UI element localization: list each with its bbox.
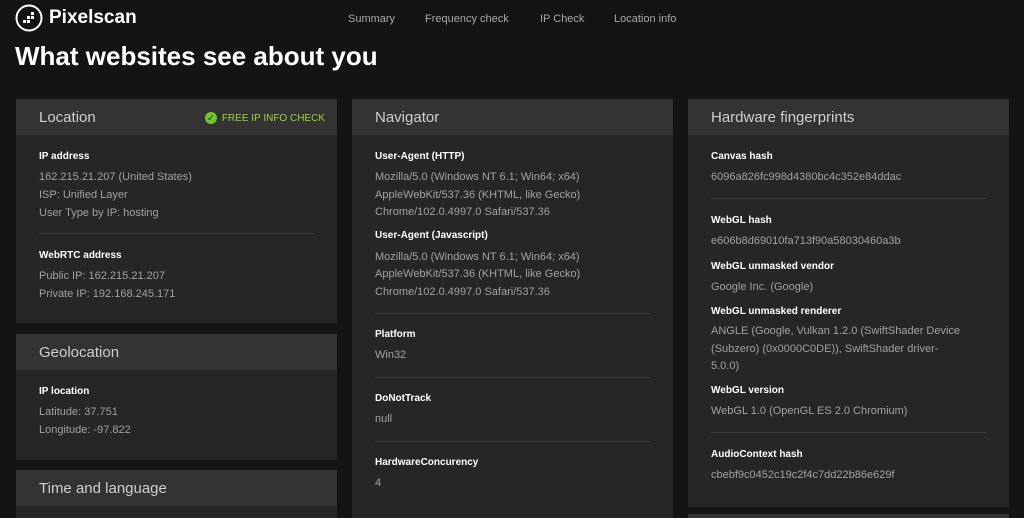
hardware-concurrency-label: HardwareConcurency bbox=[375, 457, 479, 468]
location-card: Location ✓ FREE IP INFO CHECK IP address… bbox=[16, 99, 337, 323]
time-language-card-header: Time and language bbox=[16, 470, 337, 506]
divider bbox=[711, 198, 986, 199]
navigator-card-header: Navigator bbox=[352, 99, 673, 135]
divider bbox=[39, 233, 314, 234]
nav-ip-check[interactable]: IP Check bbox=[540, 13, 584, 25]
webgl-vendor-value: Google Inc. (Google) bbox=[711, 281, 814, 293]
user-type-value: User Type by IP: hosting bbox=[39, 207, 159, 219]
canvas-hash-value: 6096a826fc998d4380bc4c352e84ddac bbox=[711, 171, 902, 183]
page-title: What websites see about you bbox=[15, 41, 378, 71]
divider bbox=[711, 432, 986, 433]
check-circle-icon: ✓ bbox=[204, 112, 217, 124]
do-not-track-value: null bbox=[375, 413, 393, 425]
location-card-title: Location bbox=[39, 109, 96, 126]
webgl-hash-label: WebGL hash bbox=[711, 215, 772, 226]
free-ip-info-check-label: FREE IP INFO CHECK bbox=[221, 112, 325, 124]
audio-context-hash-label: AudioContext hash bbox=[711, 449, 803, 460]
time-language-card: Time and language bbox=[16, 470, 337, 518]
webgl-renderer-line: (Subzero) (0x0000C0DE)), SwiftShader dri… bbox=[711, 343, 939, 355]
user-agent-http-line: AppleWebKit/537.36 (KHTML, like Gecko) bbox=[375, 189, 581, 201]
geolocation-card-title: Geolocation bbox=[39, 344, 120, 361]
webgl-hash-value: e606b8d69010fa713f90a58030460a3b bbox=[711, 235, 901, 247]
ip-location-label: IP location bbox=[39, 386, 90, 397]
hardware-fingerprints-card: Hardware fingerprints Canvas hash 6096a8… bbox=[688, 99, 1009, 507]
free-ip-info-check-link[interactable]: ✓ FREE IP INFO CHECK bbox=[204, 112, 325, 124]
user-agent-http-line: Chrome/102.0.4997.0 Safari/537.36 bbox=[375, 206, 550, 218]
webrtc-address-label: WebRTC address bbox=[39, 250, 122, 261]
top-navigation-bar: Pixelscan Summary Frequency check IP Che… bbox=[0, 0, 1024, 40]
ip-address-value: 162.215.21.207 (United States) bbox=[39, 171, 192, 183]
nav-summary[interactable]: Summary bbox=[348, 13, 395, 25]
webgl-renderer-line: ANGLE (Google, Vulkan 1.2.0 (SwiftShader… bbox=[711, 325, 961, 337]
do-not-track-label: DoNotTrack bbox=[375, 393, 432, 404]
location-card-header: Location ✓ FREE IP INFO CHECK bbox=[16, 99, 337, 135]
platform-value: Win32 bbox=[375, 349, 407, 361]
time-language-card-title: Time and language bbox=[39, 480, 167, 497]
next-card-edge bbox=[688, 514, 1009, 518]
geolocation-card-header: Geolocation bbox=[16, 334, 337, 370]
nav-frequency-check[interactable]: Frequency check bbox=[425, 13, 509, 25]
longitude-value: Longitude: -97.822 bbox=[39, 424, 131, 436]
user-agent-js-line: Mozilla/5.0 (Windows NT 6.1; Win64; x64) bbox=[375, 251, 580, 263]
brand-name: Pixelscan bbox=[49, 7, 137, 28]
webgl-version-value: WebGL 1.0 (OpenGL ES 2.0 Chromium) bbox=[711, 405, 908, 417]
platform-label: Platform bbox=[375, 329, 416, 340]
ip-address-label: IP address bbox=[39, 151, 90, 162]
hardware-concurrency-value: 4 bbox=[375, 477, 382, 489]
divider bbox=[375, 377, 650, 378]
geolocation-card: Geolocation IP location Latitude: 37.751… bbox=[16, 334, 337, 460]
user-agent-http-line: Mozilla/5.0 (Windows NT 6.1; Win64; x64) bbox=[375, 171, 580, 183]
brand-logo[interactable]: Pixelscan bbox=[15, 4, 137, 32]
webrtc-public-ip: Public IP: 162.215.21.207 bbox=[39, 270, 165, 282]
divider bbox=[375, 313, 650, 314]
pixelscan-logo-icon bbox=[15, 4, 43, 32]
hardware-card-title: Hardware fingerprints bbox=[711, 109, 855, 126]
user-agent-js-line: AppleWebKit/537.36 (KHTML, like Gecko) bbox=[375, 268, 581, 280]
latitude-value: Latitude: 37.751 bbox=[39, 406, 118, 418]
webgl-vendor-label: WebGL unmasked vendor bbox=[711, 261, 834, 272]
webrtc-private-ip: Private IP: 192.168.245.171 bbox=[39, 288, 176, 300]
user-agent-js-label: User-Agent (Javascript) bbox=[375, 230, 488, 241]
user-agent-http-label: User-Agent (HTTP) bbox=[375, 151, 465, 162]
webgl-renderer-label: WebGL unmasked renderer bbox=[711, 306, 842, 317]
hardware-card-header: Hardware fingerprints bbox=[688, 99, 1009, 135]
webgl-renderer-line: 5.0.0) bbox=[711, 360, 740, 372]
nav-location-info[interactable]: Location info bbox=[614, 13, 676, 25]
user-agent-js-line: Chrome/102.0.4997.0 Safari/537.36 bbox=[375, 286, 550, 298]
navigator-card: Navigator User-Agent (HTTP) Mozilla/5.0 … bbox=[352, 99, 673, 518]
isp-value: ISP: Unified Layer bbox=[39, 189, 128, 201]
webgl-version-label: WebGL version bbox=[711, 385, 784, 396]
navigator-card-title: Navigator bbox=[375, 109, 440, 126]
audio-context-hash-value: cbebf9c0452c19c2f4c7dd22b86e629f bbox=[711, 469, 895, 481]
divider bbox=[375, 441, 650, 442]
canvas-hash-label: Canvas hash bbox=[711, 151, 773, 162]
